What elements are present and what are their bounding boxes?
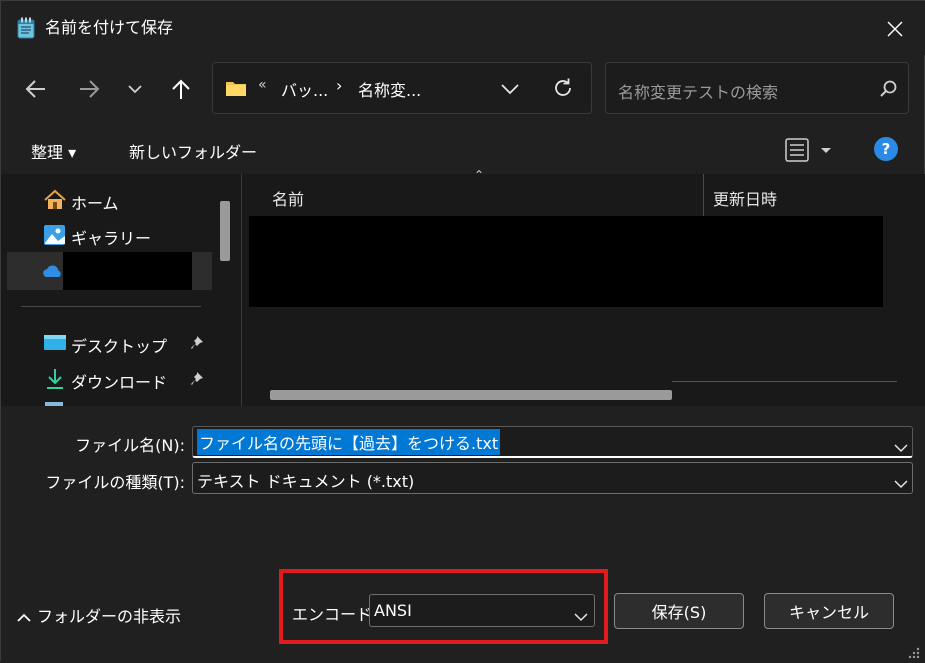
- chevron-up-icon: [17, 613, 31, 622]
- sidebar-item-downloads[interactable]: ダウンロード: [1, 361, 216, 397]
- list-separator: [672, 381, 897, 382]
- refresh-button[interactable]: [551, 76, 575, 100]
- up-button[interactable]: [163, 71, 199, 107]
- breadcrumb-separator[interactable]: ›: [336, 76, 342, 95]
- chevron-down-icon: [501, 84, 519, 95]
- column-divider[interactable]: [703, 174, 704, 216]
- resize-grip-icon[interactable]: [906, 644, 920, 659]
- close-button[interactable]: [873, 11, 917, 47]
- notepad-icon: [17, 17, 35, 39]
- address-bar[interactable]: « バッ... › 名称変...: [212, 62, 592, 114]
- address-history-button[interactable]: [499, 78, 521, 100]
- back-button[interactable]: [18, 71, 54, 107]
- sidebar-item-label: ギャラリー: [71, 229, 152, 248]
- forward-button[interactable]: [71, 71, 107, 107]
- redacted-file-list: [249, 216, 883, 307]
- sidebar-divider: [21, 306, 201, 307]
- column-header-name[interactable]: 名前: [272, 186, 304, 210]
- download-icon: [43, 368, 67, 390]
- help-button[interactable]: ?: [874, 137, 898, 161]
- recent-locations-button[interactable]: [117, 71, 153, 107]
- refresh-icon: [555, 78, 571, 96]
- chevron-down-icon: [573, 607, 589, 622]
- horizontal-scrollbar[interactable]: [270, 390, 672, 400]
- pin-icon[interactable]: [191, 370, 207, 388]
- filetype-label: ファイルの種類(T):: [45, 473, 185, 492]
- file-list-pane: ⌃ 名前 更新日時: [241, 168, 925, 406]
- column-header-modified[interactable]: 更新日時: [713, 186, 777, 210]
- view-options-button[interactable]: [785, 136, 835, 164]
- sort-ascending-icon: ⌃: [474, 168, 485, 182]
- organize-menu[interactable]: 整理 ▾: [31, 139, 76, 163]
- arrow-right-icon: [80, 80, 100, 98]
- onedrive-icon: [41, 261, 65, 283]
- save-as-dialog: 名前を付けて保存 « バッ... › 名称変... 名称変更テストの検索 整理 …: [0, 0, 925, 662]
- arrow-up-icon: [172, 79, 190, 99]
- chevron-down-icon: [128, 85, 142, 94]
- hide-folders-toggle[interactable]: フォルダーの非表示: [17, 603, 181, 627]
- save-button[interactable]: 保存(S): [614, 593, 744, 629]
- pin-icon[interactable]: [191, 334, 207, 352]
- filetype-value: テキスト ドキュメント (*.txt): [197, 472, 415, 491]
- sidebar-item-desktop[interactable]: デスクトップ: [1, 325, 216, 361]
- gallery-icon: [43, 224, 67, 246]
- encoding-label: エンコード:: [292, 605, 378, 624]
- breadcrumb-item[interactable]: バッ...: [281, 77, 328, 101]
- chevron-down-icon: [893, 474, 909, 489]
- filename-input[interactable]: ファイル名の先頭に【過去】をつける.txt: [192, 426, 913, 458]
- chevron-down-icon[interactable]: [893, 438, 909, 453]
- arrow-left-icon: [25, 80, 45, 98]
- sidebar-item-home[interactable]: ホーム: [1, 182, 216, 218]
- sidebar-scrollbar[interactable]: [220, 201, 230, 261]
- breadcrumb-item[interactable]: 名称変...: [358, 77, 421, 101]
- filetype-select[interactable]: テキスト ドキュメント (*.txt): [192, 462, 913, 494]
- home-icon: [43, 189, 67, 211]
- sidebar-item-label: ホーム: [71, 194, 119, 213]
- window-title: 名前を付けて保存: [45, 18, 174, 37]
- redacted-account-name: [63, 252, 192, 290]
- details-view-icon: [785, 138, 831, 162]
- encoding-select[interactable]: ANSI: [369, 594, 595, 627]
- title-bar: 名前を付けて保存: [1, 1, 925, 55]
- search-box[interactable]: 名称変更テストの検索: [605, 62, 909, 114]
- close-icon: [887, 21, 903, 37]
- new-folder-button[interactable]: 新しいフォルダー: [129, 139, 257, 163]
- desktop-icon: [43, 332, 67, 354]
- filename-value[interactable]: ファイル名の先頭に【過去】をつける.txt: [197, 429, 501, 455]
- sidebar-item-gallery[interactable]: ギャラリー: [1, 217, 216, 253]
- filename-label: ファイル名(N):: [75, 436, 185, 455]
- sidebar-item-onedrive[interactable]: [7, 252, 212, 290]
- search-icon: [878, 79, 898, 99]
- navigation-pane: ホーム ギャラリー デスクトップ ダウンロード: [1, 174, 241, 406]
- encoding-value: ANSI: [374, 601, 412, 620]
- folder-icon: [225, 79, 247, 97]
- cancel-button[interactable]: キャンセル: [764, 593, 894, 629]
- search-input[interactable]: 名称変更テストの検索: [618, 79, 778, 103]
- breadcrumb-overflow[interactable]: «: [258, 77, 267, 93]
- sidebar-item-label: デスクトップ: [71, 337, 168, 356]
- sidebar-item-label: ダウンロード: [71, 373, 168, 392]
- hide-folders-label: フォルダーの非表示: [37, 607, 182, 626]
